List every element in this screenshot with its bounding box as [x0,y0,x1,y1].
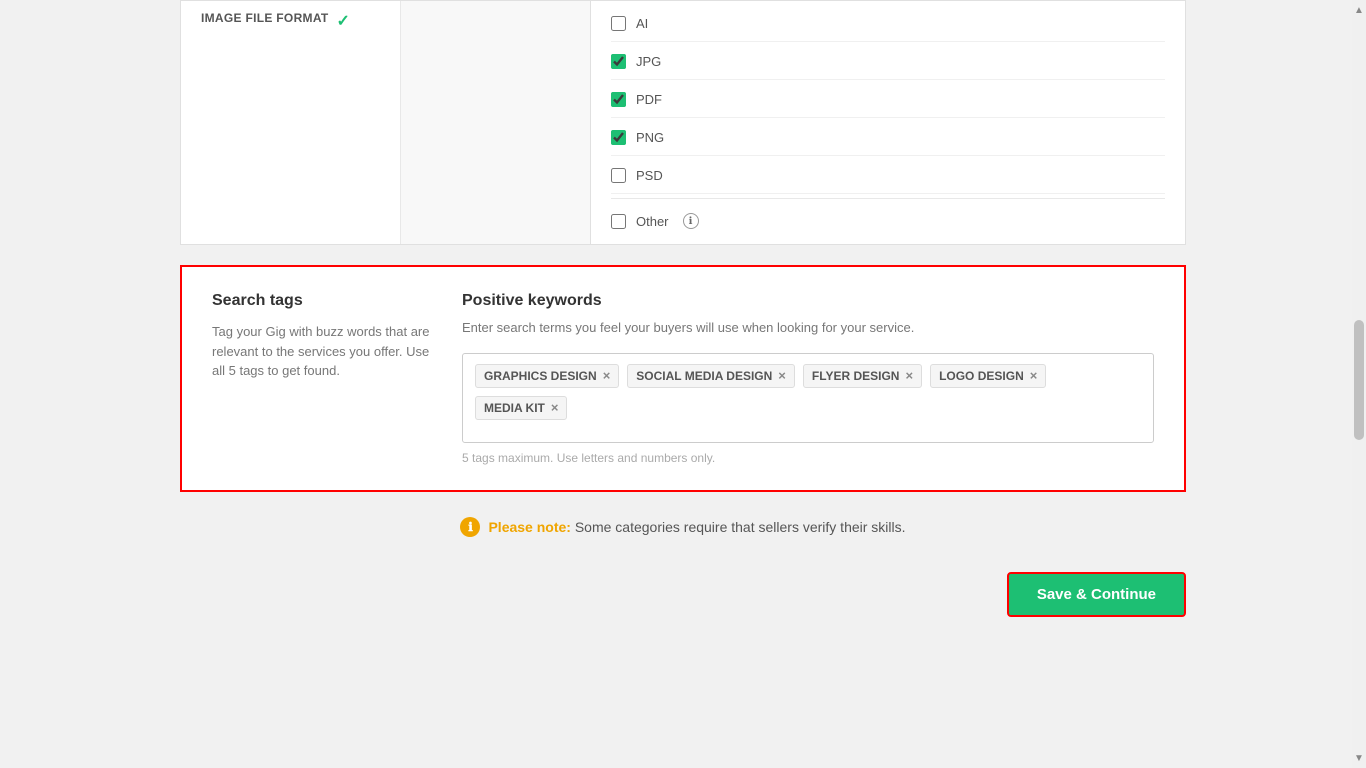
search-tags-section: Search tags Tag your Gig with buzz words… [180,265,1186,492]
please-note-icon: ℹ [460,517,480,537]
checkbox-png: PNG [611,120,1165,156]
tags-input-area[interactable]: GRAPHICS DESIGN × SOCIAL MEDIA DESIGN × … [462,353,1154,443]
format-label-area: IMAGE FILE FORMAT ✓ [181,1,401,244]
tags-hint: 5 tags maximum. Use letters and numbers … [462,451,1154,465]
tag-media-kit: MEDIA KIT × [475,396,567,420]
tags-left-desc: Tag your Gig with buzz words that are re… [212,322,432,381]
tag-remove-logo-design[interactable]: × [1030,369,1038,382]
please-note-body: Some categories require that sellers ver… [575,519,906,535]
please-note-section: ℹ Please note: Some categories require t… [180,492,1186,562]
checkbox-png-input[interactable] [611,130,626,145]
please-note-prefix: Please note: [488,519,570,535]
checkbox-ai-label: AI [636,16,648,31]
please-note-text: Please note: Some categories require tha… [488,519,905,535]
tags-left-title: Search tags [212,292,432,310]
format-preview [401,1,591,244]
tag-label-graphics-design: GRAPHICS DESIGN [484,369,597,383]
checkbox-other-label: Other [636,214,669,229]
checkbox-ai: AI [611,6,1165,42]
checkbox-png-label: PNG [636,130,664,145]
checkbox-jpg: JPG [611,44,1165,80]
tag-label-media-kit: MEDIA KIT [484,401,545,415]
checkbox-pdf-label: PDF [636,92,662,107]
checkbox-jpg-input[interactable] [611,54,626,69]
other-info-icon[interactable]: ℹ [683,213,699,229]
format-checkboxes-list: AI JPG PDF PNG PSD [591,1,1185,244]
tag-logo-design: LOGO DESIGN × [930,364,1046,388]
tags-left-panel: Search tags Tag your Gig with buzz words… [212,292,432,465]
bottom-actions: Save & Continue [180,562,1186,647]
save-continue-button[interactable]: Save & Continue [1007,572,1186,617]
tag-label-flyer-design: FLYER DESIGN [812,369,900,383]
scroll-down-arrow[interactable]: ▼ [1352,748,1366,768]
scrollbar-thumb[interactable] [1354,320,1364,440]
tag-remove-flyer-design[interactable]: × [905,369,913,382]
scrollbar[interactable]: ▲ ▼ [1352,0,1366,768]
checkbox-psd-label: PSD [636,168,663,183]
tag-remove-media-kit[interactable]: × [551,401,559,414]
checkbox-ai-input[interactable] [611,16,626,31]
check-icon: ✓ [337,11,350,31]
checkbox-other-input[interactable] [611,214,626,229]
tag-remove-graphics-design[interactable]: × [603,369,611,382]
checkbox-psd-input[interactable] [611,168,626,183]
checkbox-pdf-input[interactable] [611,92,626,107]
image-file-format-section: IMAGE FILE FORMAT ✓ AI JPG PDF PNG [180,0,1186,245]
tags-right-panel: Positive keywords Enter search terms you… [462,292,1154,465]
tag-remove-social-media-design[interactable]: × [778,369,786,382]
checkbox-jpg-label: JPG [636,54,661,69]
tags-right-title: Positive keywords [462,292,1154,310]
tag-label-social-media-design: SOCIAL MEDIA DESIGN [636,369,772,383]
tag-social-media-design: SOCIAL MEDIA DESIGN × [627,364,795,388]
checkbox-other: Other ℹ [611,203,1165,239]
tag-graphics-design: GRAPHICS DESIGN × [475,364,619,388]
tag-flyer-design: FLYER DESIGN × [803,364,922,388]
scroll-up-arrow[interactable]: ▲ [1352,0,1366,20]
tags-right-desc: Enter search terms you feel your buyers … [462,318,1154,338]
checkbox-pdf: PDF [611,82,1165,118]
format-label: IMAGE FILE FORMAT [201,11,329,25]
tag-label-logo-design: LOGO DESIGN [939,369,1024,383]
checkbox-psd: PSD [611,158,1165,194]
